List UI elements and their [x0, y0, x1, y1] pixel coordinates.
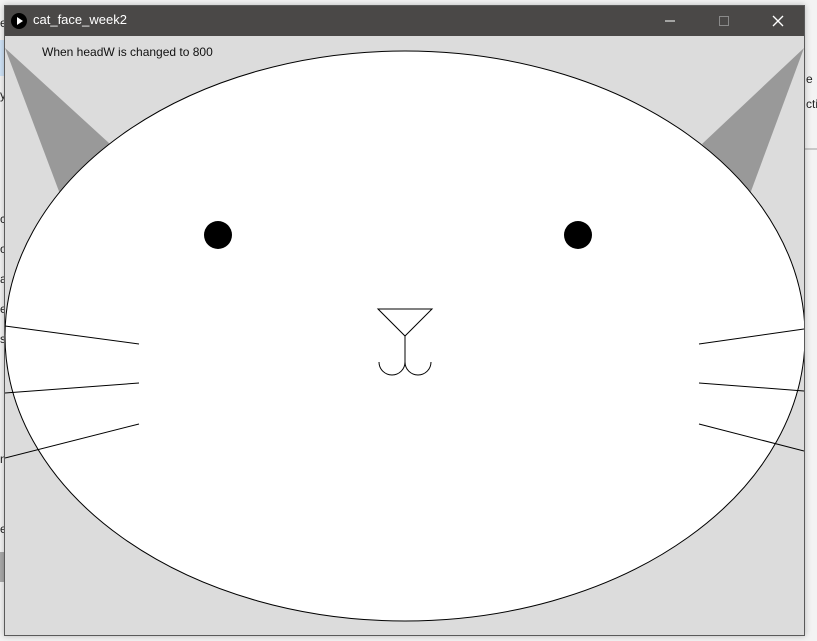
window-title: cat_face_week2: [33, 12, 127, 27]
close-button[interactable]: [755, 6, 801, 36]
close-icon: [772, 15, 784, 27]
cat-face-drawing: [5, 36, 804, 635]
maximize-icon: [719, 16, 729, 26]
maximize-button[interactable]: [701, 6, 747, 36]
play-icon: [10, 12, 28, 30]
title-bar[interactable]: cat_face_week2: [5, 6, 804, 36]
background-text-fragment: cti: [806, 97, 817, 111]
sketch-canvas[interactable]: When headW is changed to 800: [5, 36, 804, 635]
right-eye: [564, 221, 592, 249]
minimize-icon: [665, 20, 675, 22]
background-text-fragment: e: [806, 72, 813, 86]
sketch-window: cat_face_week2 When headW is changed to …: [4, 5, 805, 636]
left-eye: [204, 221, 232, 249]
sketch-caption: When headW is changed to 800: [42, 45, 213, 59]
minimize-button[interactable]: [647, 6, 693, 36]
background-divider: [805, 148, 817, 150]
